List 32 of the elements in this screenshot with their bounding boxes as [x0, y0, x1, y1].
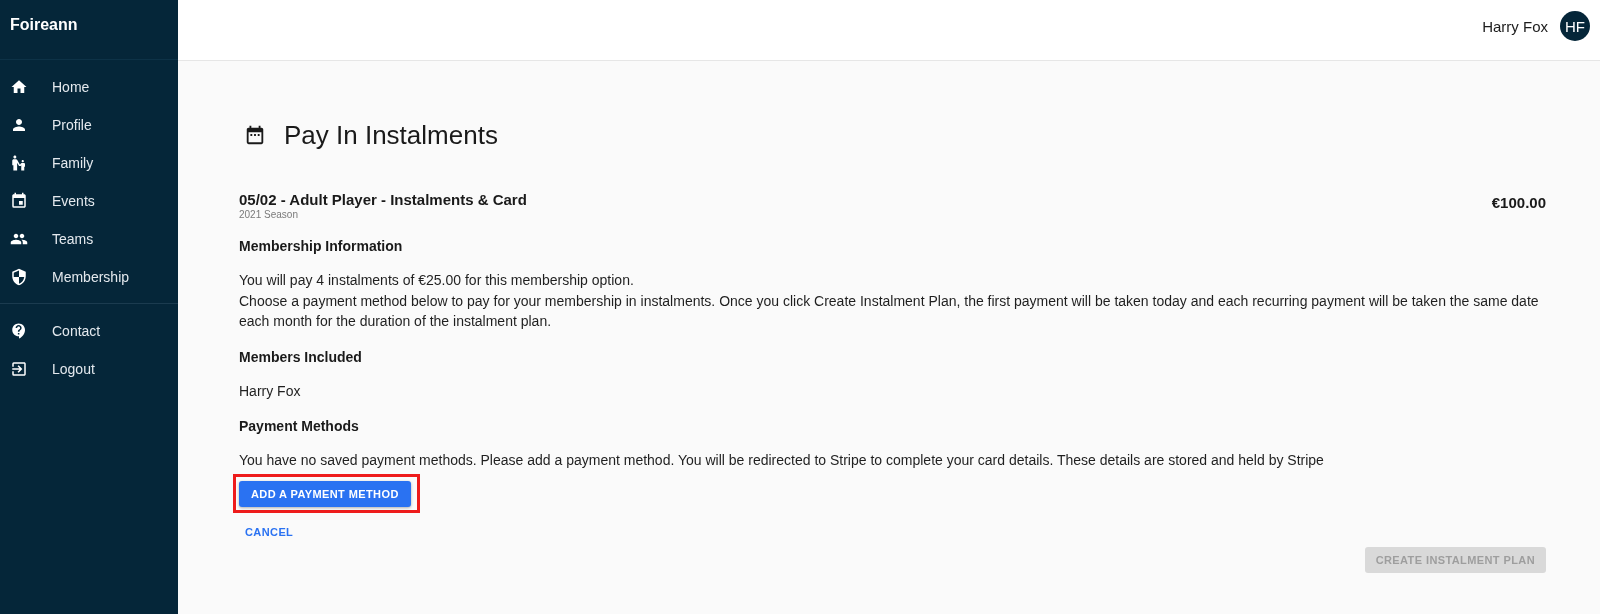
calendar-icon — [10, 192, 28, 210]
adult-and-child-icon — [10, 154, 28, 172]
add-payment-method-button[interactable]: ADD A PAYMENT METHOD — [239, 480, 411, 507]
user-name: Harry Fox — [1482, 18, 1548, 35]
user-avatar[interactable]: HF — [1560, 11, 1590, 41]
brand-name: Foireann — [10, 16, 78, 34]
cancel-button[interactable]: CANCEL — [239, 518, 300, 545]
section-text: You will pay 4 instalments of €25.00 for this membership option. — [239, 271, 635, 290]
section-text: Harry Fox — [239, 381, 302, 401]
nav-item[interactable]: Events — [0, 182, 178, 220]
nav-item[interactable]: Family — [0, 144, 178, 182]
membership-title: 05/02 - Adult Player - Instalments & Card — [239, 191, 527, 209]
section-heading: Payment Methods — [239, 417, 360, 436]
nav-item[interactable]: Logout — [0, 350, 178, 388]
nav-item[interactable]: Profile — [0, 106, 178, 144]
price: €100.00 — [1491, 194, 1546, 212]
section-heading: Membership Information — [239, 237, 404, 256]
season-label: 2021 Season — [239, 209, 299, 221]
home-icon — [10, 78, 28, 96]
person-icon — [10, 116, 28, 134]
nav-item[interactable]: Contact — [0, 312, 178, 350]
page-title: Pay In Instalments — [284, 119, 498, 151]
nav-item[interactable]: Teams — [0, 220, 178, 258]
calendar-icon — [244, 124, 266, 146]
shield-icon — [10, 268, 28, 286]
section-text: You have no saved payment methods. Please add a payment method. You will be redirected to Stripe to complete your card details. These details are stored and held by Stripe — [239, 451, 1325, 470]
section-heading: Members Included — [239, 347, 363, 367]
nav-item[interactable]: Home — [0, 68, 178, 106]
logout-icon — [10, 360, 28, 378]
nav-item[interactable]: Membership — [0, 258, 178, 296]
section-text: Choose a payment method below to pay for your membership in instalments. Once you click Create Instalment Plan, the first payment will be taken today and each recurring payment will be taken the same date each month for the duration of the instalment plan. — [239, 291, 1540, 331]
help-bubble-icon — [10, 322, 28, 340]
